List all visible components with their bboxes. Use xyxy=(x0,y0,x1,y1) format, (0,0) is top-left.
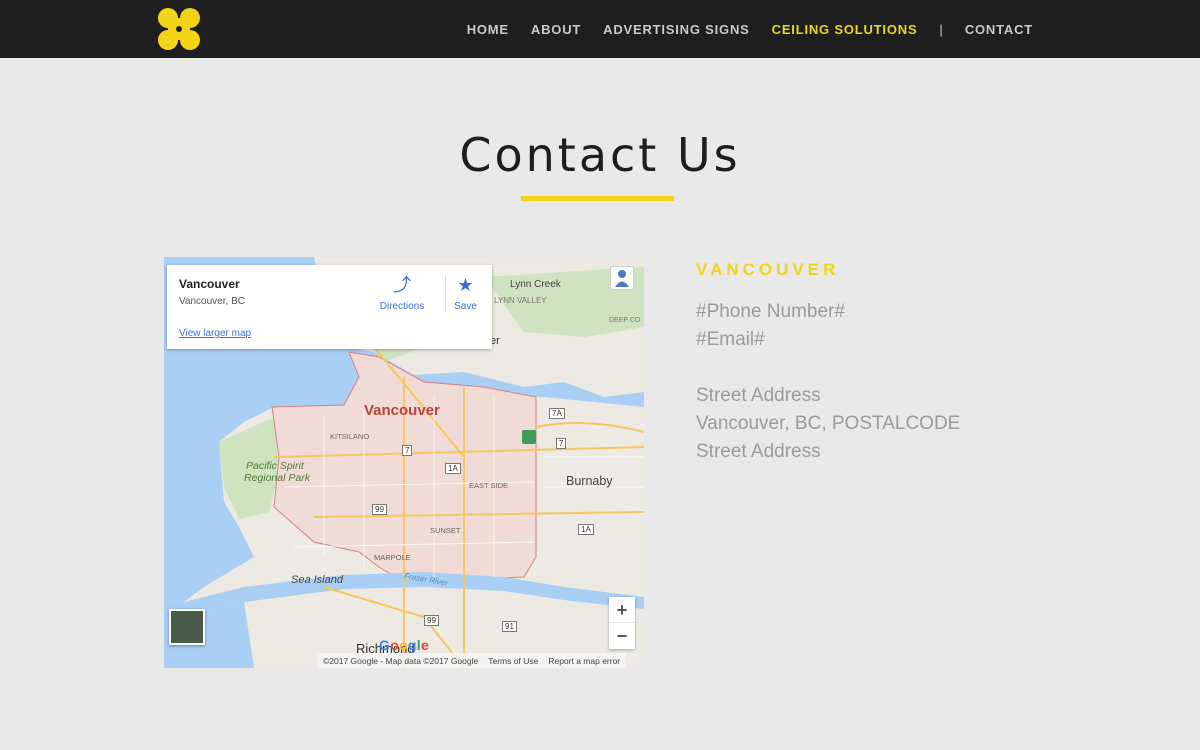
contact-details: #Phone Number# #Email# Street Address Va… xyxy=(696,298,960,466)
highway-shield: 7 xyxy=(402,445,413,456)
directions-label: Directions xyxy=(379,301,425,312)
save-button[interactable]: ★ Save xyxy=(445,275,485,312)
highway-shield: 7 xyxy=(556,438,567,449)
map-label-sea-island: Sea Island xyxy=(291,574,343,586)
map-info-card: Vancouver Vancouver, BC View larger map … xyxy=(167,265,492,349)
street-view-pegman-icon[interactable] xyxy=(610,266,634,290)
nav-contact[interactable]: CONTACT xyxy=(965,22,1033,37)
save-label: Save xyxy=(454,301,477,312)
nav-separator: | xyxy=(939,21,943,37)
map-label-vancouver: Vancouver xyxy=(364,402,440,419)
map-attribution-bar: ©2017 Google - Map data ©2017 Google Ter… xyxy=(317,653,627,668)
map-label-marpole: MARPOLE xyxy=(374,553,411,562)
street-address: Street Address xyxy=(696,385,821,406)
highway-shield: 1A xyxy=(445,463,461,474)
map-label-burnaby: Burnaby xyxy=(566,474,613,488)
logo-letter: o xyxy=(390,637,400,653)
map-label-deep-cove: DEEP CO xyxy=(609,317,641,324)
place-title: Vancouver xyxy=(179,277,240,291)
map-label-pacific-spirit: Pacific Spirit xyxy=(246,460,304,472)
star-icon: ★ xyxy=(457,275,474,295)
city-postal: Vancouver, BC, POSTALCODE xyxy=(696,413,961,434)
nav-advertising-signs[interactable]: ADVERTISING SIGNS xyxy=(603,22,750,37)
main-nav: HOME ABOUT ADVERTISING SIGNS CEILING SOL… xyxy=(445,0,1033,58)
google-map[interactable]: Vancouver Lynn Creek LYNN VALLEY DEEP CO… xyxy=(164,257,644,668)
nav-ceiling-solutions[interactable]: CEILING SOLUTIONS xyxy=(772,22,918,37)
map-label-east-side: EAST SIDE xyxy=(469,481,509,490)
logo-letter: e xyxy=(420,637,430,653)
highway-shield: 99 xyxy=(372,504,387,515)
top-nav-bar: HOME ABOUT ADVERTISING SIGNS CEILING SOL… xyxy=(0,0,1200,58)
email: #Email# xyxy=(696,329,765,350)
view-larger-map-link[interactable]: View larger map xyxy=(179,328,251,339)
city-heading: VANCOUVER xyxy=(696,260,840,279)
park-marker-icon xyxy=(522,430,536,444)
person-icon xyxy=(615,270,629,287)
zoom-out-button[interactable]: − xyxy=(609,623,635,649)
phone-number: #Phone Number# xyxy=(696,301,845,322)
highway-shield: 91 xyxy=(502,621,517,632)
map-label-lynn-valley: LYNN VALLEY xyxy=(494,296,547,305)
nav-about[interactable]: ABOUT xyxy=(531,22,581,37)
zoom-in-button[interactable]: + xyxy=(609,597,635,623)
zoom-control: + − xyxy=(609,597,635,649)
terms-of-use-link[interactable]: Terms of Use xyxy=(488,656,538,666)
highway-shield: 7A xyxy=(549,408,565,419)
highway-shield: 1A xyxy=(578,524,594,535)
report-map-error-link[interactable]: Report a map error xyxy=(548,656,620,666)
logo-letter: o xyxy=(399,637,408,653)
google-logo: Google xyxy=(379,637,429,653)
map-label-kitsilano: KITSILANO xyxy=(330,432,370,441)
directions-icon: ⤴ xyxy=(393,275,411,295)
nav-home[interactable]: HOME xyxy=(467,22,509,37)
map-label-sunset: SUNSET xyxy=(430,526,461,535)
highway-shield: 99 xyxy=(424,615,439,626)
logo-letter: G xyxy=(379,637,391,653)
directions-button[interactable]: ⤴ Directions xyxy=(372,275,432,312)
satellite-toggle[interactable] xyxy=(169,609,205,645)
title-underline xyxy=(521,196,674,201)
street-address-2: Street Address xyxy=(696,441,821,462)
logo-letter: g xyxy=(407,637,417,653)
place-subtitle: Vancouver, BC xyxy=(179,296,245,307)
page-title: Contact Us xyxy=(459,128,741,182)
map-label-lynn-creek: Lynn Creek xyxy=(510,279,561,290)
logo-icon[interactable] xyxy=(157,7,201,51)
map-label-regional-park: Regional Park xyxy=(244,472,310,484)
map-attribution: ©2017 Google - Map data ©2017 Google xyxy=(323,655,479,666)
